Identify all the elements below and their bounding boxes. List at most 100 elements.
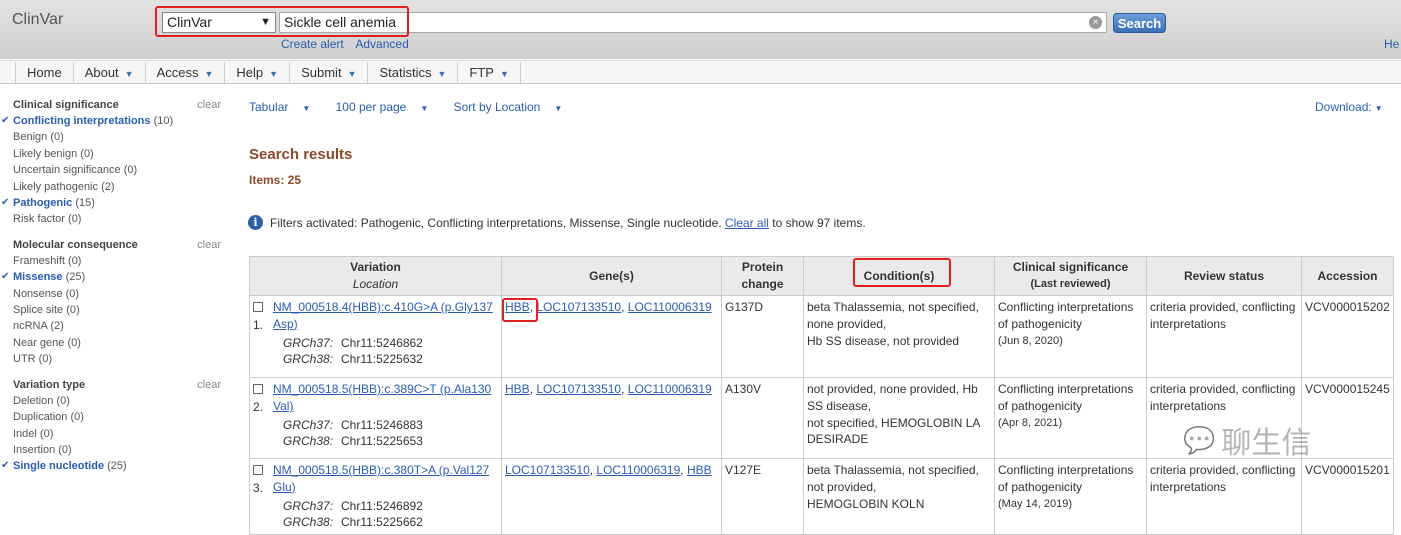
- gene-link[interactable]: LOC107133510: [505, 463, 590, 477]
- review-status-cell: criteria provided, conflicting interpret…: [1146, 457, 1302, 535]
- filter-notice-suffix: to show 97 items.: [772, 215, 866, 230]
- nav-item-submit[interactable]: Submit ▼: [289, 62, 367, 84]
- protein-change-cell: G137D: [721, 295, 804, 378]
- filter-item[interactable]: Splice site (0): [13, 302, 223, 318]
- filter-item-label: UTR: [13, 353, 36, 366]
- variation-wrap: 2. NM_000518.5(HBB):c.389C>T (p.Ala130Val…: [253, 381, 498, 450]
- gene-link[interactable]: HBB: [687, 463, 712, 477]
- filter-clear-link[interactable]: clear: [197, 239, 223, 251]
- header-accession[interactable]: Accession: [1301, 256, 1394, 296]
- row-number: 1.: [253, 317, 264, 332]
- wechat-icon: 💬: [1183, 424, 1216, 455]
- per-page-dropdown[interactable]: 100 per page ▼: [336, 100, 440, 114]
- caret-down-icon: ▼: [204, 69, 214, 79]
- format-dropdown[interactable]: Tabular ▼: [249, 100, 321, 114]
- nav-item-label: Submit: [301, 65, 342, 80]
- filter-item[interactable]: Frameshift (0): [13, 253, 223, 269]
- filter-item[interactable]: ncRNA (2): [13, 318, 223, 334]
- search-results-title: Search results: [249, 146, 353, 163]
- filter-item-count: (10): [153, 115, 174, 127]
- filter-item[interactable]: Indel (0): [13, 426, 223, 442]
- condition-line: not specified, HEMOGLOBIN LA DESIRADE: [807, 415, 980, 447]
- filter-item-label: Indel: [13, 427, 37, 440]
- nav-item-label: About: [84, 65, 119, 80]
- header-genes[interactable]: Gene(s): [501, 256, 722, 296]
- gene-link[interactable]: LOC110006319: [596, 463, 680, 477]
- filter-item[interactable]: Uncertain significance (0): [13, 162, 223, 178]
- nav-menu: Home About ▼ Access ▼ Help ▼ Submit ▼ Statistics ▼…: [15, 62, 521, 84]
- filter-item-count: (0): [68, 213, 82, 226]
- highlight-box-search: [155, 6, 409, 37]
- conditions-cell: beta Thalassemia, not specified, none pro…: [803, 295, 995, 378]
- items-count: Items: 25: [249, 173, 302, 187]
- gene-link[interactable]: LOC107133510: [536, 382, 621, 396]
- filter-item-label: Uncertain significance: [13, 164, 121, 177]
- caret-down-icon: ▼: [269, 69, 279, 79]
- results-table-body: 1. NM_000518.4(HBB):c.410G>A (p.Gly137Asp…: [249, 295, 1394, 535]
- nav-item-ftp[interactable]: FTP ▼: [457, 62, 521, 84]
- header-clinical-significance[interactable]: Clinical significance (Last reviewed): [994, 256, 1147, 296]
- grch37-label: GRCh37:: [283, 498, 334, 513]
- filter-item[interactable]: Missense (25): [1, 269, 223, 286]
- grch37-label: GRCh37:: [283, 417, 334, 432]
- table-row: 1. NM_000518.4(HBB):c.410G>A (p.Gly137Asp…: [249, 295, 1394, 378]
- header-protein-change[interactable]: Protein change: [721, 256, 804, 296]
- filter-item[interactable]: Risk factor (0): [13, 211, 223, 227]
- variation-link[interactable]: NM_000518.4(HBB):c.410G>A (p.Gly137Asp): [273, 300, 493, 331]
- filter-item[interactable]: Duplication (0): [13, 409, 223, 425]
- caret-down-icon: ▼: [1374, 104, 1383, 113]
- search-button[interactable]: Search: [1113, 13, 1166, 33]
- filter-item-label: Likely benign: [13, 147, 78, 160]
- grch37-location: GRCh37: Chr11:5246883: [283, 417, 498, 434]
- filter-item-count: (0): [66, 304, 80, 317]
- filter-item[interactable]: Near gene (0): [13, 335, 223, 351]
- filter-item[interactable]: Conflicting interpretations (10): [1, 113, 223, 130]
- gene-link[interactable]: LOC110006319: [628, 300, 712, 314]
- highlight-box-conditions: [853, 258, 951, 287]
- gene-link[interactable]: LOC107133510: [536, 300, 621, 314]
- filter-item[interactable]: Likely pathogenic (2): [13, 179, 223, 195]
- filter-clear-link[interactable]: clear: [197, 379, 223, 391]
- filter-item[interactable]: Deletion (0): [13, 393, 223, 409]
- row-checkbox[interactable]: [253, 384, 263, 394]
- filter-group-title: Variation type: [13, 378, 86, 391]
- advanced-search-link[interactable]: Advanced: [355, 37, 408, 51]
- grch38-label: GRCh38:: [283, 515, 334, 530]
- variation-info: NM_000518.5(HBB):c.389C>T (p.Ala130Val) G…: [273, 381, 498, 450]
- download-dropdown[interactable]: Download: ▼: [1315, 100, 1383, 114]
- header-review-status[interactable]: Review status: [1146, 256, 1302, 296]
- clinvar-logo[interactable]: ClinVar: [12, 11, 63, 29]
- nav-item-home[interactable]: Home: [15, 62, 73, 84]
- nav-item-help[interactable]: Help ▼: [224, 62, 289, 84]
- filter-clear-link[interactable]: clear: [197, 99, 223, 111]
- nav-item-statistics[interactable]: Statistics ▼: [367, 62, 457, 84]
- filter-item[interactable]: Likely benign (0): [13, 146, 223, 162]
- clear-search-icon[interactable]: ×: [1089, 16, 1102, 29]
- last-reviewed-date: (May 14, 2019): [998, 497, 1072, 510]
- sort-dropdown[interactable]: Sort by Location ▼: [454, 100, 574, 114]
- row-checkbox[interactable]: [253, 302, 263, 312]
- filter-item[interactable]: UTR (0): [13, 351, 223, 367]
- gene-link[interactable]: HBB: [505, 382, 530, 396]
- filter-item[interactable]: Insertion (0): [13, 442, 223, 458]
- row-checkbox[interactable]: [253, 465, 263, 475]
- filter-item[interactable]: Single nucleotide (25): [1, 458, 223, 475]
- row-select: 1.: [253, 299, 273, 368]
- clear-all-link[interactable]: Clear all: [725, 216, 769, 230]
- create-alert-link[interactable]: Create alert: [281, 37, 344, 51]
- filter-item-label: Single nucleotide: [13, 460, 105, 473]
- nav-item-about[interactable]: About ▼: [72, 62, 145, 84]
- header-variation[interactable]: Variation Location: [249, 256, 502, 296]
- filter-item-count: (0): [65, 287, 80, 300]
- variation-link[interactable]: NM_000518.5(HBB):c.389C>T (p.Ala130Val): [273, 382, 491, 413]
- variation-link[interactable]: NM_000518.5(HBB):c.380T>A (p.Val127Glu): [273, 463, 489, 494]
- nav-item-access[interactable]: Access ▼: [144, 62, 225, 84]
- filter-item[interactable]: Benign (0): [13, 129, 223, 145]
- filter-item-count: (15): [75, 197, 95, 210]
- clinical-significance-cell: Conflicting interpretations of pathogeni…: [994, 377, 1147, 459]
- help-link[interactable]: He: [1384, 37, 1399, 51]
- filter-item[interactable]: Nonsense (0): [13, 286, 223, 302]
- gene-link[interactable]: LOC110006319: [628, 382, 712, 396]
- filter-item-label: Nonsense: [13, 287, 63, 300]
- filter-item[interactable]: Pathogenic (15): [1, 195, 223, 212]
